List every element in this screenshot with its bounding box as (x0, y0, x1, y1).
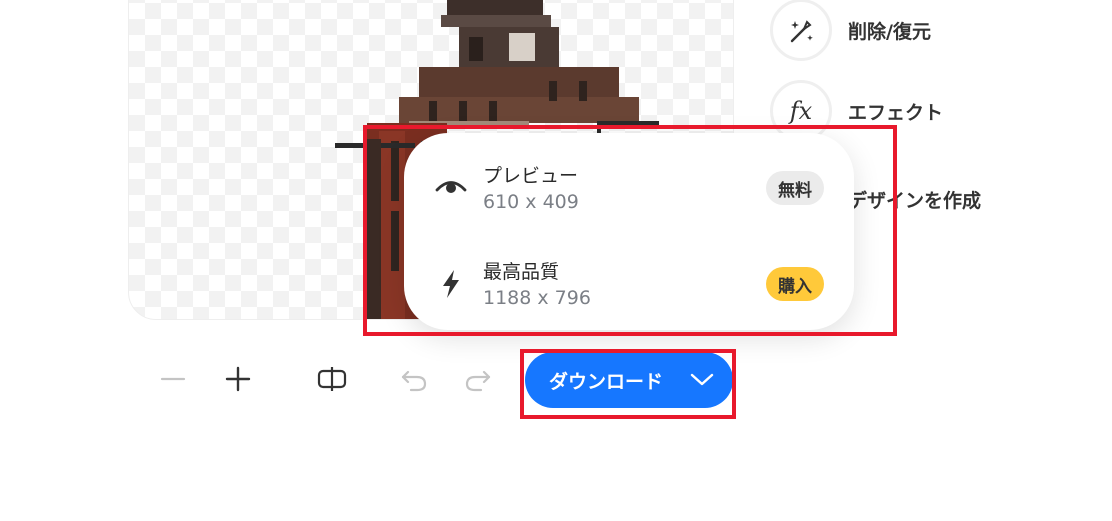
undo-icon (401, 370, 427, 392)
undo-button[interactable] (398, 363, 430, 395)
zoom-out-button[interactable] (157, 363, 189, 395)
zoom-in-button[interactable] (222, 363, 254, 395)
erase-restore-tool[interactable]: 削除/復元 (770, 0, 931, 61)
magic-wand-icon (770, 0, 832, 61)
redo-icon (465, 370, 491, 392)
highlight-download-button (520, 349, 736, 419)
compare-button[interactable] (316, 363, 348, 395)
highlight-download-menu (363, 125, 897, 336)
effects-label: エフェクト (848, 101, 944, 124)
plus-icon (225, 366, 251, 392)
redo-button[interactable] (462, 363, 494, 395)
erase-restore-label: 削除/復元 (848, 20, 931, 43)
compare-icon (317, 367, 347, 391)
minus-icon (160, 377, 186, 381)
